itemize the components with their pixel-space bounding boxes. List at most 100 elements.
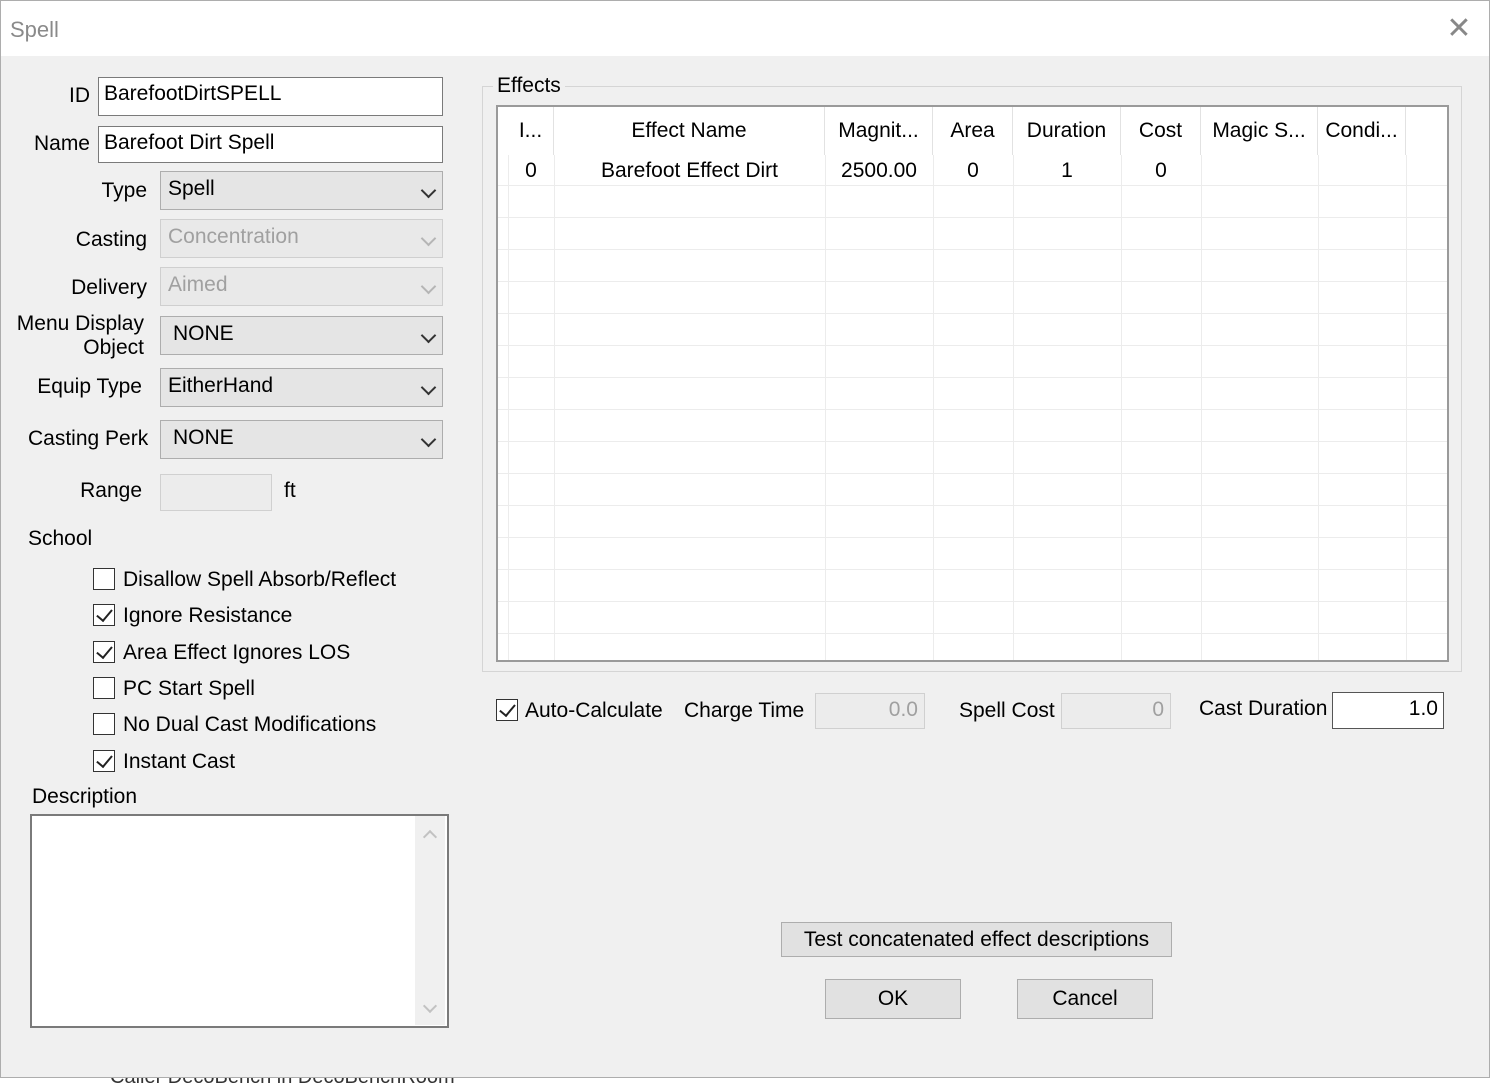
ignore-resistance-label: Ignore Resistance: [123, 604, 293, 627]
cell-effect-name: Barefoot Effect Dirt: [600, 159, 779, 182]
menu-display-object-select[interactable]: NONE: [160, 316, 443, 355]
effects-group-title: Effects: [493, 74, 565, 98]
description-scrollbar[interactable]: [415, 816, 445, 1025]
school-label: School: [28, 527, 93, 550]
description-label: Description: [32, 785, 138, 808]
ignore-resistance-checkbox[interactable]: [93, 604, 115, 626]
delivery-select-value: Aimed: [168, 273, 228, 296]
instant-cast-label: Instant Cast: [123, 750, 236, 773]
name-label: Name: [33, 132, 90, 155]
type-label: Type: [101, 179, 147, 202]
area-effect-ignores-los-checkbox[interactable]: [93, 641, 115, 663]
disallow-absorb-reflect-checkbox[interactable]: [93, 568, 115, 590]
grid-line: [498, 601, 1447, 602]
id-field[interactable]: BarefootDirtSPELL: [98, 77, 443, 116]
cell-area: 0: [967, 159, 979, 182]
menu-display-label-line2: Object: [83, 336, 144, 359]
pc-start-spell-checkbox[interactable]: [93, 677, 115, 699]
grid-line: [498, 505, 1447, 506]
grid-line: [1201, 155, 1202, 660]
grid-line: [498, 313, 1447, 314]
column-header-conditions[interactable]: Condi...: [1318, 107, 1406, 155]
cell-magnitude: 2500.00: [841, 159, 917, 182]
column-header-magnitude[interactable]: Magnit...: [825, 107, 933, 155]
grid-line: [933, 155, 934, 660]
range-label: Range: [80, 479, 142, 502]
chevron-down-icon: [420, 278, 437, 295]
range-field[interactable]: [160, 474, 272, 511]
no-dual-cast-checkbox[interactable]: [93, 713, 115, 735]
casting-perk-value: NONE: [173, 426, 234, 449]
grid-line: [1121, 155, 1122, 660]
effects-table-header: I... Effect Name Magnit... Area Duration…: [498, 107, 1447, 155]
casting-select-value: Concentration: [168, 225, 299, 248]
charge-time-field[interactable]: 0.0: [815, 693, 925, 729]
column-header-effect-name[interactable]: Effect Name: [554, 107, 825, 155]
grid-line: [1318, 155, 1319, 660]
scroll-up-icon[interactable]: [422, 829, 438, 845]
casting-select[interactable]: Concentration: [160, 219, 443, 258]
grid-line: [498, 345, 1447, 346]
area-effect-ignores-los-label: Area Effect Ignores LOS: [123, 641, 351, 664]
auto-calculate-checkbox[interactable]: [496, 699, 518, 721]
test-descriptions-button[interactable]: Test concatenated effect descriptions: [781, 922, 1172, 957]
equip-type-select[interactable]: EitherHand: [160, 368, 443, 407]
scroll-down-icon[interactable]: [422, 998, 438, 1014]
id-label: ID: [69, 84, 90, 107]
grid-line: [498, 249, 1447, 250]
column-header-area[interactable]: Area: [933, 107, 1013, 155]
no-dual-cast-label: No Dual Cast Modifications: [123, 713, 377, 736]
effects-table[interactable]: I... Effect Name Magnit... Area Duration…: [496, 105, 1449, 662]
chevron-down-icon: [420, 379, 437, 396]
close-icon[interactable]: ✕: [1440, 12, 1478, 46]
grid-line: [825, 155, 826, 660]
casting-perk-select[interactable]: NONE: [160, 420, 443, 459]
spell-cost-field[interactable]: 0: [1061, 693, 1171, 729]
equip-type-label: Equip Type: [37, 375, 142, 398]
grid-line: [1406, 155, 1407, 660]
name-field[interactable]: Barefoot Dirt Spell: [98, 126, 443, 163]
grid-line: [554, 155, 555, 660]
disallow-absorb-reflect-label: Disallow Spell Absorb/Reflect: [123, 568, 397, 591]
column-header-cost[interactable]: Cost: [1121, 107, 1201, 155]
cell-index: 0: [525, 159, 537, 182]
grid-line: [508, 155, 509, 660]
title-bar: [1, 1, 1489, 56]
cell-cost: 0: [1155, 159, 1167, 182]
cancel-button[interactable]: Cancel: [1017, 979, 1153, 1019]
grid-line: [498, 377, 1447, 378]
type-select[interactable]: Spell: [160, 171, 443, 210]
grid-line: [1013, 155, 1014, 660]
type-select-value: Spell: [168, 177, 215, 200]
cast-duration-field[interactable]: 1.0: [1332, 692, 1444, 729]
menu-display-object-value: NONE: [173, 322, 234, 345]
menu-display-label: Menu Display: [16, 312, 144, 335]
grid-line: [498, 473, 1447, 474]
delivery-select[interactable]: Aimed: [160, 267, 443, 306]
auto-calculate-label: Auto-Calculate: [525, 699, 663, 722]
description-textarea[interactable]: [30, 814, 449, 1028]
chevron-down-icon: [420, 182, 437, 199]
grid-line: [498, 633, 1447, 634]
cast-duration-label: Cast Duration: [1199, 697, 1328, 720]
delivery-label: Delivery: [71, 276, 147, 299]
grid-line: [498, 537, 1447, 538]
grid-line: [498, 281, 1447, 282]
range-unit: ft: [284, 479, 296, 502]
instant-cast-checkbox[interactable]: [93, 750, 115, 772]
equip-type-value: EitherHand: [168, 374, 274, 397]
column-header-index[interactable]: I...: [508, 107, 554, 155]
grid-line: [498, 441, 1447, 442]
ok-button[interactable]: OK: [825, 979, 961, 1019]
grid-line: [498, 569, 1447, 570]
column-header-duration[interactable]: Duration: [1013, 107, 1121, 155]
window-title: Spell: [10, 17, 59, 42]
casting-label: Casting: [75, 228, 147, 251]
chevron-down-icon: [420, 431, 437, 448]
spell-cost-label: Spell Cost: [959, 699, 1055, 722]
column-header-magic-skill[interactable]: Magic S...: [1201, 107, 1318, 155]
pc-start-spell-label: PC Start Spell: [123, 677, 255, 700]
chevron-down-icon: [420, 327, 437, 344]
grid-line: [498, 409, 1447, 410]
grid-line: [498, 185, 1447, 186]
